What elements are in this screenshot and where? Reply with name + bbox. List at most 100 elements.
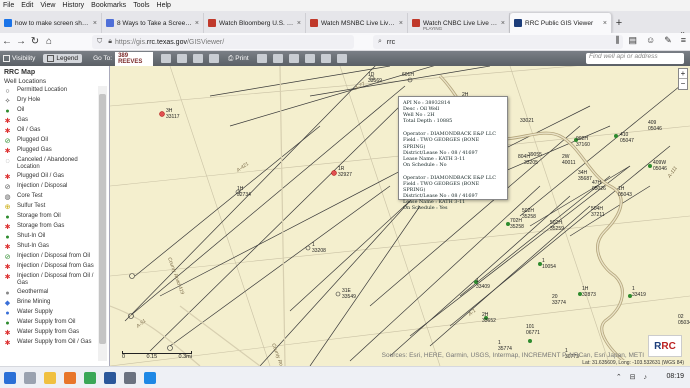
tab-close-icon[interactable]: ×	[603, 20, 607, 27]
zoom-in-icon[interactable]	[161, 54, 172, 63]
menu-bookmarks[interactable]: Bookmarks	[91, 2, 126, 9]
new-tab-button[interactable]: +	[612, 13, 626, 33]
zoom-control: + −	[678, 68, 688, 90]
legend-symbol-icon: ⊕	[4, 203, 11, 211]
legend-label: Plugged Gas	[17, 147, 52, 153]
legend-label: Sulfur Test	[17, 203, 46, 209]
legend-label: Dry Hole	[17, 97, 41, 103]
file-explorer-icon[interactable]	[44, 371, 56, 384]
map-well-label: 05043	[618, 192, 632, 198]
zoom-in-button[interactable]: +	[679, 69, 687, 79]
sidebar-icon[interactable]: ▤	[628, 35, 637, 46]
well-oil-409w[interactable]	[648, 164, 652, 168]
extensions-icon[interactable]: ✎	[664, 35, 672, 46]
map-canvas[interactable]: 1D33569601H2H328143H331171R329271H327341…	[110, 66, 690, 366]
firefox-icon[interactable]	[64, 371, 76, 384]
legend-item: ⊘ Plugged Oil	[0, 136, 98, 146]
windows-start-icon[interactable]	[4, 371, 16, 384]
printer-icon: ⎙	[228, 54, 234, 62]
map-well-label: 33549	[342, 294, 356, 300]
visibility-button[interactable]: Visibility	[0, 55, 35, 62]
os-taskbar: ⌃ ⊟ ♪ 08:19	[0, 366, 690, 388]
help-icon[interactable]	[336, 54, 347, 63]
browser-tab[interactable]: Watch CNBC Live Live TV from×PLAYING	[408, 13, 510, 33]
menu-view[interactable]: View	[40, 2, 55, 9]
legend-item: ◆ Brine Mining	[0, 298, 98, 308]
browser-tab[interactable]: RRC Public GIS Viewer ×	[510, 13, 612, 33]
zoom-out-icon[interactable]	[177, 54, 188, 63]
reload-icon[interactable]: ↻	[28, 36, 42, 47]
menu-file[interactable]: File	[3, 2, 14, 9]
zoom-out-button[interactable]: −	[679, 79, 687, 89]
legend-label: Shut-In Oil	[17, 233, 46, 239]
print-button[interactable]: ⎙ Print	[225, 55, 249, 63]
find-well-input[interactable]: Find well api or address	[586, 53, 684, 64]
system-tray[interactable]: ⌃ ⊟ ♪	[616, 373, 650, 381]
well-oil-410[interactable]	[614, 134, 618, 138]
menu-history[interactable]: History	[62, 2, 84, 9]
mail-icon[interactable]	[144, 371, 156, 384]
url-prefix: https://gis.	[114, 38, 147, 46]
tab-close-icon[interactable]: ×	[501, 20, 505, 27]
well-gas-3h[interactable]	[159, 111, 165, 117]
menu-tools[interactable]: Tools	[133, 2, 149, 9]
map-road-label: A-111	[666, 165, 679, 180]
chrome-icon[interactable]	[84, 371, 96, 384]
forward-icon[interactable]: →	[14, 36, 28, 47]
browser-tab[interactable]: Watch MSNBC Live Live TV fro×	[306, 13, 408, 33]
home-icon[interactable]: ⌂	[42, 36, 56, 47]
back-icon[interactable]: ←	[0, 36, 14, 47]
map-well-label: 40011	[562, 160, 576, 166]
pan-icon[interactable]	[193, 54, 204, 63]
legend-item: ◌ Canceled / Abandoned Location	[0, 156, 98, 172]
clear-icon[interactable]	[304, 54, 315, 63]
scale-2: 0.3mi	[178, 354, 192, 360]
menu-edit[interactable]: Edit	[21, 2, 33, 9]
map-well-label: 06771	[526, 330, 540, 336]
legend-scrollbar[interactable]	[98, 86, 107, 361]
menu-help[interactable]: Help	[157, 2, 171, 9]
legend-label: Oil / Gas	[17, 127, 41, 133]
legend-label: Plugged Oil / Gas	[17, 173, 65, 179]
map-well-label: 05034	[678, 320, 690, 326]
browser-tab[interactable]: how to make screen shot windo×	[0, 13, 102, 33]
search-taskbar-icon[interactable]	[24, 371, 36, 384]
well-33208[interactable]	[167, 345, 173, 351]
tab-close-icon[interactable]: ×	[195, 20, 199, 27]
tab-close-icon[interactable]: ×	[297, 20, 301, 27]
account-icon[interactable]: ☺	[646, 35, 655, 46]
logo-r: R	[654, 340, 662, 352]
identify-icon[interactable]	[209, 54, 220, 63]
logo-rc: RC	[661, 340, 676, 352]
search-bar[interactable]: ⌕ rrc	[373, 35, 623, 49]
settings-icon[interactable]	[124, 371, 136, 384]
menu-icon[interactable]: ≡	[681, 35, 686, 46]
map-well-label: 05026	[592, 186, 606, 192]
navigation-bar: ← → ↻ ⌂ ⛉ 🔒︎ https://gis. rrc.texas.gov/G…	[0, 33, 690, 51]
well-oil-101[interactable]	[528, 339, 532, 343]
measure-icon[interactable]	[256, 54, 267, 63]
tab-close-icon[interactable]: ×	[93, 20, 97, 27]
legend-subtitle: Well Locations	[4, 78, 47, 85]
url-bar[interactable]: ⛉ 🔒︎ https://gis. rrc.texas.gov/GISViewer…	[92, 35, 354, 49]
well-gas-1r[interactable]	[331, 170, 337, 176]
well-1[interactable]	[305, 245, 311, 251]
tab-favicon-icon	[106, 19, 114, 27]
scrollbar-thumb[interactable]	[99, 94, 106, 344]
legend-button[interactable]: Legend	[43, 54, 83, 63]
tab-favicon-icon	[412, 19, 420, 27]
well-permitted-a[interactable]	[129, 273, 135, 279]
legend-item: ● Geothermal	[0, 288, 98, 298]
legend-item: ✱ Plugged Gas	[0, 146, 98, 156]
word-icon[interactable]	[104, 371, 116, 384]
map-well-label: 601H	[402, 72, 414, 78]
browser-tab[interactable]: Watch Bloomberg U.S. Live TV F×	[204, 13, 306, 33]
draw-icon[interactable]	[272, 54, 283, 63]
tab-close-icon[interactable]: ×	[399, 20, 403, 27]
bookmarks-icon[interactable]: ⫼	[615, 35, 619, 46]
browser-tab[interactable]: 8 Ways to Take a Screenshot on×	[102, 13, 204, 33]
basemap-icon[interactable]	[320, 54, 331, 63]
select-icon[interactable]	[288, 54, 299, 63]
goto-input[interactable]: 389 REEVES	[115, 51, 154, 66]
well-31e[interactable]	[335, 291, 341, 297]
